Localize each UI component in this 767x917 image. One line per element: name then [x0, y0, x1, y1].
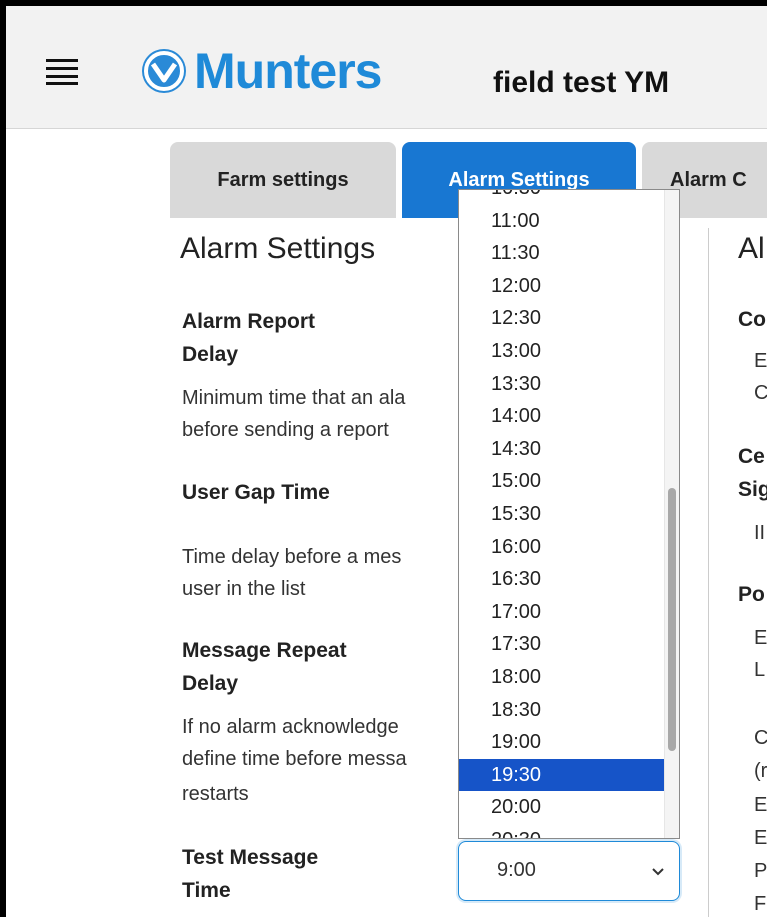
message-repeat-delay-desc-2: define time before messa [182, 748, 407, 770]
dropdown-option[interactable]: 20:00 [459, 791, 665, 823]
dropdown-option[interactable]: 18:00 [459, 661, 665, 693]
munters-logo-icon [142, 49, 186, 93]
alarm-report-delay-desc-2: before sending a report [182, 419, 389, 441]
user-gap-time-label: User Gap Time [182, 481, 330, 504]
time-dropdown-list[interactable]: 20:3020:0019:3019:0018:3018:0017:3017:00… [458, 189, 680, 839]
right-text: (r [754, 760, 767, 782]
right-text: F [754, 893, 767, 915]
dropdown-option[interactable]: 15:30 [459, 498, 665, 530]
test-message-time-label: Test Message [182, 846, 319, 869]
dropdown-option[interactable]: 16:30 [459, 563, 665, 595]
right-label-sig: Sig [738, 478, 767, 501]
right-label-co: Co [738, 308, 766, 331]
user-gap-time-desc-2: user in the list [182, 578, 306, 600]
dropdown-option[interactable]: 11:30 [459, 237, 665, 269]
logo-text: Munters [194, 43, 382, 99]
alarm-report-delay-desc: Minimum time that an ala [182, 387, 406, 409]
right-text: E [754, 827, 767, 849]
page-title: Alarm Settings [180, 232, 376, 265]
message-repeat-delay-desc: If no alarm acknowledge [182, 716, 399, 738]
dropdown-option[interactable]: 17:30 [459, 628, 665, 660]
dropdown-option[interactable]: 14:30 [459, 433, 665, 465]
right-label-po: Po [738, 583, 765, 606]
dropdown-option[interactable]: 18:30 [459, 694, 665, 726]
dropdown-scroll-thumb[interactable] [668, 488, 676, 751]
right-label-ce: Ce [738, 445, 765, 468]
dropdown-option[interactable]: 13:00 [459, 335, 665, 367]
munters-logo[interactable]: Munters [142, 43, 382, 99]
alarm-report-delay-label-2: Delay [182, 343, 239, 366]
dropdown-option[interactable]: 10:30 [459, 190, 665, 204]
right-text: E [754, 627, 767, 649]
alarm-report-delay-label: Alarm Report [182, 310, 316, 333]
message-repeat-delay-label: Message Repeat [182, 639, 347, 662]
dropdown-scrollbar[interactable] [664, 190, 679, 838]
right-text: E [754, 794, 767, 816]
dropdown-option[interactable]: 12:00 [459, 270, 665, 302]
right-section-title: Al [738, 232, 765, 265]
farm-name: field test YM [493, 66, 670, 99]
dropdown-option[interactable]: 15:00 [459, 465, 665, 497]
message-repeat-delay-desc-3: restarts [182, 783, 249, 805]
right-text: L [754, 659, 766, 681]
tab-farm-settings[interactable]: Farm settings [170, 142, 396, 218]
hamburger-menu-icon[interactable] [46, 59, 78, 85]
dropdown-option[interactable]: 19:30 [459, 758, 665, 791]
dropdown-option[interactable]: 12:30 [459, 302, 665, 334]
dropdown-option[interactable]: 20:30 [459, 824, 665, 838]
right-text: P [754, 860, 767, 882]
select-value: 9:00 [497, 859, 536, 881]
right-text: II [754, 522, 766, 544]
test-message-time-select[interactable]: 9:00 [458, 841, 680, 901]
dropdown-option[interactable]: 14:00 [459, 400, 665, 432]
chevron-down-icon [651, 864, 665, 882]
top-header: Munters field test YM [6, 6, 767, 129]
user-gap-time-desc: Time delay before a mes [182, 546, 402, 568]
message-repeat-delay-label-2: Delay [182, 672, 239, 695]
right-text: E [754, 350, 767, 372]
dropdown-option[interactable]: 11:00 [459, 205, 665, 237]
dropdown-option[interactable]: 16:00 [459, 531, 665, 563]
right-text: C [754, 382, 767, 404]
column-divider [708, 228, 709, 917]
dropdown-option[interactable]: 13:30 [459, 368, 665, 400]
dropdown-option[interactable]: 19:00 [459, 726, 665, 758]
test-message-time-label-2: Time [182, 879, 231, 902]
right-text: C [754, 727, 767, 749]
dropdown-option[interactable]: 17:00 [459, 596, 665, 628]
